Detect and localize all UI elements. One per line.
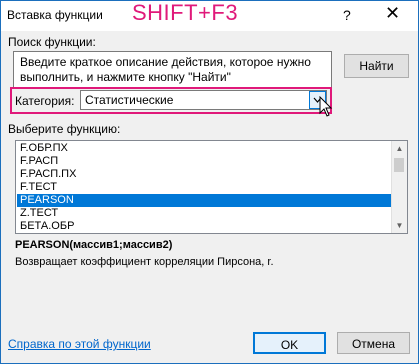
list-item[interactable]: F.РАСП.ПХ <box>17 168 394 181</box>
insert-function-dialog: Вставка функции SHIFT+F3 ? ✕ Поиск функц… <box>0 0 419 364</box>
mouse-cursor-icon <box>319 96 333 117</box>
dialog-title: Вставка функции <box>7 8 103 22</box>
title-bar: Вставка функции SHIFT+F3 ? ✕ <box>1 0 418 31</box>
scroll-up-icon[interactable]: ▲ <box>392 141 407 156</box>
list-item[interactable]: Z.ТЕСТ <box>17 207 394 220</box>
search-description: Введите краткое описание действия, котор… <box>20 55 311 84</box>
search-input[interactable]: Введите краткое описание действия, котор… <box>13 51 332 89</box>
function-signature: PEARSON(массив1;массив2) <box>15 239 173 251</box>
help-question-icon[interactable]: ? <box>343 7 351 23</box>
shortcut-annotation: SHIFT+F3 <box>132 0 239 25</box>
list-item[interactable]: БЕТА.ОБР <box>17 220 394 233</box>
find-button[interactable]: Найти <box>344 54 409 78</box>
close-icon[interactable]: ✕ <box>385 3 400 24</box>
help-link[interactable]: Справка по этой функции <box>8 337 151 351</box>
scroll-thumb[interactable] <box>394 158 404 172</box>
list-item[interactable]: F.ТЕСТ <box>17 181 394 194</box>
scroll-down-icon[interactable]: ▼ <box>392 218 407 233</box>
category-label: Категория: <box>15 94 75 108</box>
cancel-button[interactable]: Отмена <box>337 332 410 354</box>
function-description: Возвращает коэффициент корреляции Пирсон… <box>15 256 274 268</box>
search-label: Поиск функции: <box>8 35 96 49</box>
category-select[interactable]: Статистические <box>80 90 327 110</box>
list-item[interactable]: F.РАСП <box>17 155 394 168</box>
list-scrollbar[interactable]: ▲ ▼ <box>391 141 407 233</box>
list-item-selected[interactable]: PEARSON <box>17 194 394 207</box>
ok-button[interactable]: OK <box>253 332 326 354</box>
function-list[interactable]: F.ОБР.ПХ F.РАСП F.РАСП.ПХ F.ТЕСТ PEARSON… <box>15 140 408 234</box>
list-item[interactable]: F.ОБР.ПХ <box>17 142 394 155</box>
category-selected-value: Статистические <box>85 93 174 107</box>
function-list-label: Выберите функцию: <box>8 122 121 136</box>
